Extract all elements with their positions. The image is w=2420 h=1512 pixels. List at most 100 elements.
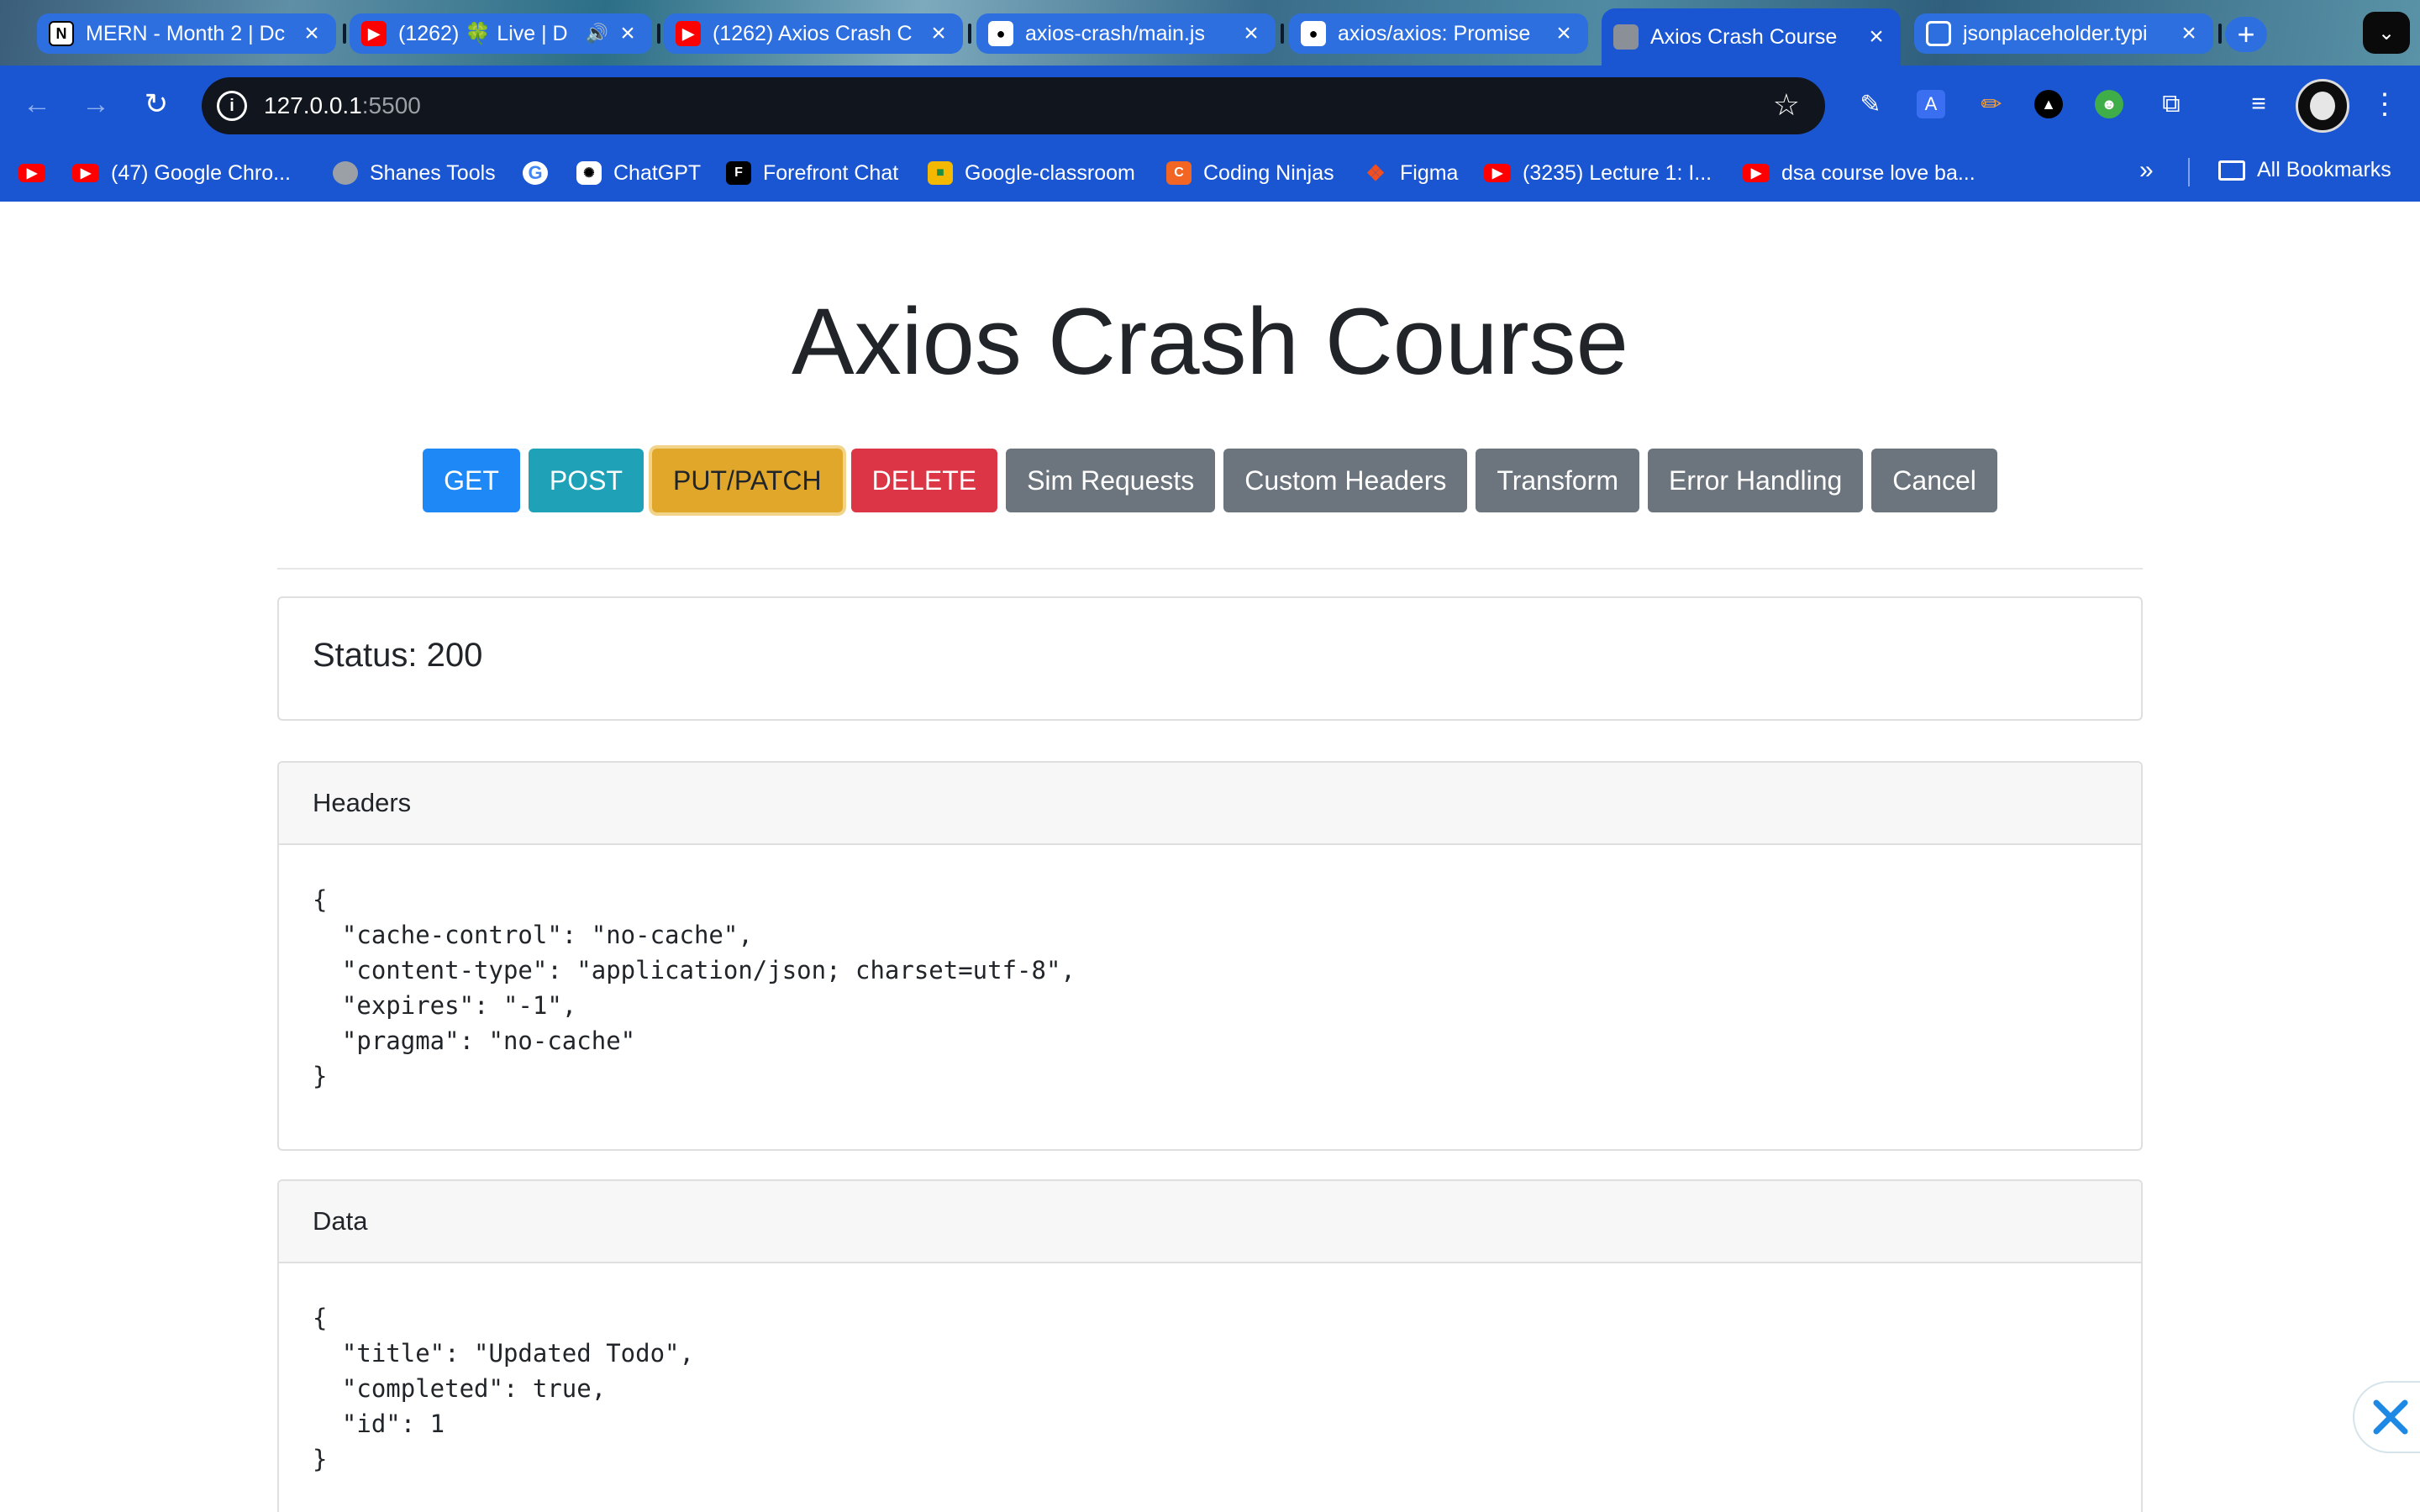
close-icon[interactable]: ×	[1239, 19, 1264, 48]
cancel-button[interactable]: Cancel	[1871, 449, 1997, 512]
transform-button[interactable]: Transform	[1476, 449, 1639, 512]
put-patch-button[interactable]: PUT/PATCH	[652, 449, 843, 512]
tab-title: (1262) 🍀 Live | D	[398, 21, 568, 45]
bookmark-figma[interactable]: ❖ Figma	[1363, 158, 1458, 188]
toolbar: ← → ↻ i 127.0.0.1:5500 ☆ ✎ A ✏ ▲ ☻ ⧉ ≡ ⋮	[0, 66, 2420, 146]
bookmark-label: dsa course love ba...	[1781, 160, 1975, 185]
tab-mern[interactable]: N MERN - Month 2 | Dc ×	[37, 13, 336, 54]
tab-separator	[2218, 24, 2222, 44]
arrow-left-icon: ←	[23, 87, 51, 120]
post-button[interactable]: POST	[528, 449, 644, 512]
request-button-row: GET POST PUT/PATCH DELETE Sim Requests C…	[0, 449, 2420, 512]
plus-icon: +	[2237, 17, 2255, 51]
close-icon[interactable]: ×	[615, 19, 640, 48]
data-card: Data { "title": "Updated Todo", "complet…	[277, 1179, 2143, 1512]
globe-icon	[333, 161, 358, 185]
tab-title: MERN - Month 2 | Dc	[86, 21, 286, 45]
tab-search-button[interactable]: ⌄	[2363, 12, 2410, 54]
bookmark-forefront-chat[interactable]: F Forefront Chat	[726, 158, 898, 188]
tab-axios-crash-course[interactable]: Axios Crash Course ×	[1602, 8, 1901, 66]
forward-button[interactable]: →	[72, 81, 119, 128]
bookmark-shanes-tools[interactable]: Shanes Tools	[333, 158, 496, 188]
divider	[277, 568, 2143, 570]
data-card-title: Data	[279, 1181, 2141, 1263]
media-queue-icon[interactable]: ≡	[2238, 84, 2279, 124]
bookmark-lecture-1[interactable]: ▶ (3235) Lecture 1: I...	[1484, 158, 1712, 188]
browser-chrome: N MERN - Month 2 | Dc × ▶ (1262) 🍀 Live …	[0, 0, 2420, 202]
bookmark-youtube[interactable]: ▶	[18, 158, 57, 188]
eyedropper-extension-icon[interactable]: ✎	[1850, 84, 1891, 124]
close-icon[interactable]: ×	[926, 19, 951, 48]
bookmark-dsa-course[interactable]: ▶ dsa course love ba...	[1743, 158, 1975, 188]
bookmarks-divider	[2188, 158, 2190, 186]
close-icon[interactable]: ×	[299, 19, 324, 48]
bookmark-label: Figma	[1400, 160, 1459, 185]
arrow-right-icon: →	[82, 87, 110, 120]
folder-icon	[2218, 160, 2245, 181]
tab-axios-crash-github[interactable]: ● axios-crash/main.js ×	[976, 13, 1276, 54]
tab-title: jsonplaceholder.typi	[1963, 21, 2148, 45]
tab-jsonplaceholder[interactable]: jsonplaceholder.typi ×	[1914, 13, 2213, 54]
address-bar[interactable]: i 127.0.0.1:5500 ☆	[202, 77, 1825, 134]
pencil-extension-icon[interactable]: ✏	[1971, 84, 2012, 124]
reload-button[interactable]: ↻	[133, 81, 180, 128]
menu-kebab-icon[interactable]: ⋮	[2368, 81, 2402, 128]
close-icon[interactable]: ×	[2176, 19, 2202, 48]
all-bookmarks-label: All Bookmarks	[2257, 158, 2391, 181]
url-host: 127.0.0.1	[264, 92, 362, 118]
bookmark-label: (47) Google Chro...	[111, 160, 291, 185]
page-content: Axios Crash Course GET POST PUT/PATCH DE…	[0, 202, 2420, 1512]
url-port: :5500	[361, 92, 421, 118]
youtube-icon: ▶	[361, 21, 387, 46]
tab-strip: N MERN - Month 2 | Dc × ▶ (1262) 🍀 Live …	[0, 0, 2420, 66]
bookmark-google[interactable]: G	[523, 158, 560, 188]
youtube-icon: ▶	[18, 164, 45, 182]
globe-icon	[1613, 24, 1639, 50]
github-icon: ●	[1301, 21, 1326, 46]
classroom-icon: ■	[928, 161, 953, 185]
speaker-icon[interactable]: 🔊	[586, 23, 608, 45]
sim-requests-button[interactable]: Sim Requests	[1006, 449, 1216, 512]
tab-title: Axios Crash Course	[1650, 24, 1838, 49]
headers-card-title: Headers	[279, 763, 2141, 845]
all-bookmarks-button[interactable]: All Bookmarks	[2218, 158, 2391, 182]
youtube-icon: ▶	[1484, 164, 1511, 182]
tab-axios-github[interactable]: ● axios/axios: Promise ×	[1289, 13, 1588, 54]
bookmarks-overflow-icon[interactable]: »	[2139, 156, 2154, 185]
bookmark-google-chrome[interactable]: ▶ (47) Google Chro...	[72, 158, 291, 188]
delete-button[interactable]: DELETE	[850, 449, 998, 512]
page-title: Axios Crash Course	[792, 289, 1628, 394]
google-icon: G	[523, 161, 548, 185]
robot-extension-icon[interactable]: ☻	[2089, 84, 2129, 124]
new-tab-button[interactable]: +	[2225, 17, 2267, 52]
bookmark-coding-ninjas[interactable]: C Coding Ninjas	[1166, 158, 1334, 188]
error-handling-button[interactable]: Error Handling	[1647, 449, 1864, 512]
youtube-icon: ▶	[1743, 164, 1770, 182]
profile-avatar[interactable]	[2296, 79, 2349, 133]
headers-card: Headers { "cache-control": "no-cache", "…	[277, 761, 2143, 1151]
back-button[interactable]: ←	[13, 81, 60, 128]
data-card-body: { "title": "Updated Todo", "completed": …	[279, 1263, 2141, 1477]
bookmark-google-classroom[interactable]: ■ Google-classroom	[928, 158, 1135, 188]
translate-extension-icon[interactable]: A	[1911, 84, 1951, 124]
triangle-extension-icon[interactable]: ▲	[2028, 84, 2069, 124]
close-icon[interactable]: ×	[1864, 23, 1889, 51]
tab-separator	[968, 24, 971, 44]
butterfly-icon	[2373, 1399, 2408, 1435]
bookmark-chatgpt[interactable]: ✺ ChatGPT	[576, 158, 701, 188]
status-card: Status: 200	[277, 596, 2143, 721]
custom-headers-button[interactable]: Custom Headers	[1223, 449, 1468, 512]
address-url[interactable]: 127.0.0.1:5500	[264, 92, 421, 119]
floating-widget-button[interactable]	[2353, 1381, 2420, 1453]
tab-axios-video[interactable]: ▶ (1262) Axios Crash C ×	[664, 13, 963, 54]
bookmark-label: Forefront Chat	[763, 160, 899, 185]
site-info-icon[interactable]: i	[217, 91, 247, 121]
close-icon[interactable]: ×	[1551, 19, 1576, 48]
tab-separator	[343, 24, 346, 44]
bookmark-label: Shanes Tools	[370, 160, 496, 185]
tab-live[interactable]: ▶ (1262) 🍀 Live | D 🔊 ×	[350, 13, 652, 54]
figma-icon: ❖	[1365, 160, 1386, 186]
puzzle-extensions-icon[interactable]: ⧉	[2151, 84, 2191, 124]
bookmark-star-icon[interactable]: ☆	[1773, 87, 1800, 123]
get-button[interactable]: GET	[423, 449, 520, 512]
